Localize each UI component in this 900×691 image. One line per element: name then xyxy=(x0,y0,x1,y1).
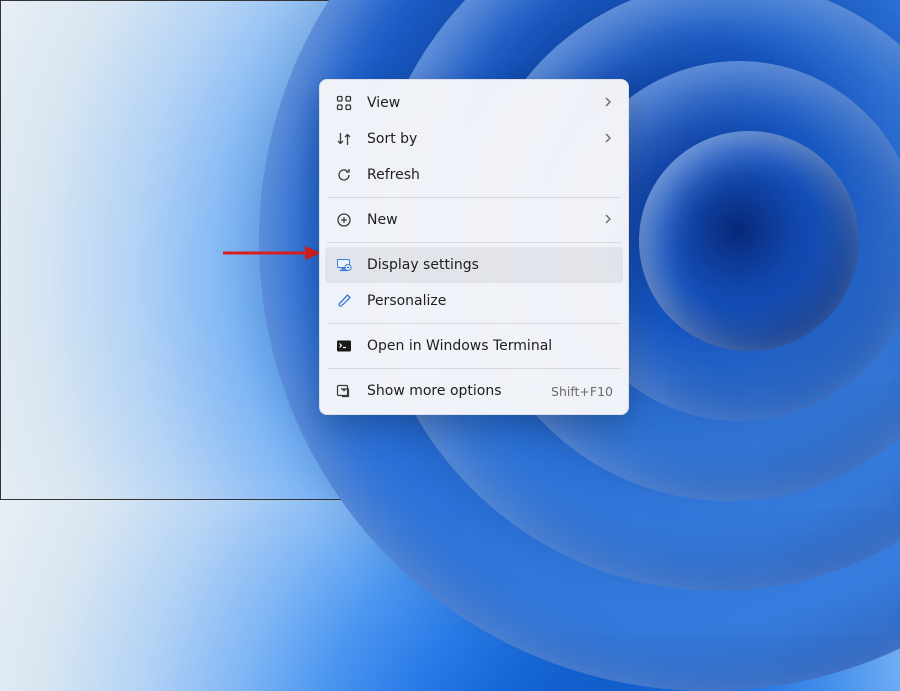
sort-icon xyxy=(335,130,353,148)
menu-item-label: Sort by xyxy=(367,131,603,147)
chevron-right-icon xyxy=(603,95,613,111)
desktop-context-menu: View Sort by Refresh New xyxy=(319,79,629,415)
display-settings-icon xyxy=(335,256,353,274)
menu-item-refresh[interactable]: Refresh xyxy=(325,157,623,193)
menu-separator xyxy=(327,197,621,198)
menu-item-label: View xyxy=(367,95,603,111)
menu-item-new[interactable]: New xyxy=(325,202,623,238)
menu-item-label: Open in Windows Terminal xyxy=(367,338,613,354)
personalize-brush-icon xyxy=(335,292,353,310)
menu-separator xyxy=(327,323,621,324)
terminal-icon xyxy=(335,337,353,355)
menu-item-label: Refresh xyxy=(367,167,613,183)
menu-item-personalize[interactable]: Personalize xyxy=(325,283,623,319)
menu-item-shortcut: Shift+F10 xyxy=(551,384,613,399)
chevron-right-icon xyxy=(603,131,613,147)
menu-item-label: Show more options xyxy=(367,383,551,399)
show-more-options-icon xyxy=(335,382,353,400)
menu-item-show-more-options[interactable]: Show more options Shift+F10 xyxy=(325,373,623,409)
view-grid-icon xyxy=(335,94,353,112)
wallpaper-swirl xyxy=(639,131,859,351)
menu-separator xyxy=(327,242,621,243)
new-plus-icon xyxy=(335,211,353,229)
refresh-icon xyxy=(335,166,353,184)
menu-separator xyxy=(327,368,621,369)
chevron-right-icon xyxy=(603,212,613,228)
menu-item-view[interactable]: View xyxy=(325,85,623,121)
menu-item-label: Personalize xyxy=(367,293,613,309)
menu-item-sort-by[interactable]: Sort by xyxy=(325,121,623,157)
menu-item-label: Display settings xyxy=(367,257,613,273)
menu-item-label: New xyxy=(367,212,603,228)
menu-item-display-settings[interactable]: Display settings xyxy=(325,247,623,283)
menu-item-open-terminal[interactable]: Open in Windows Terminal xyxy=(325,328,623,364)
